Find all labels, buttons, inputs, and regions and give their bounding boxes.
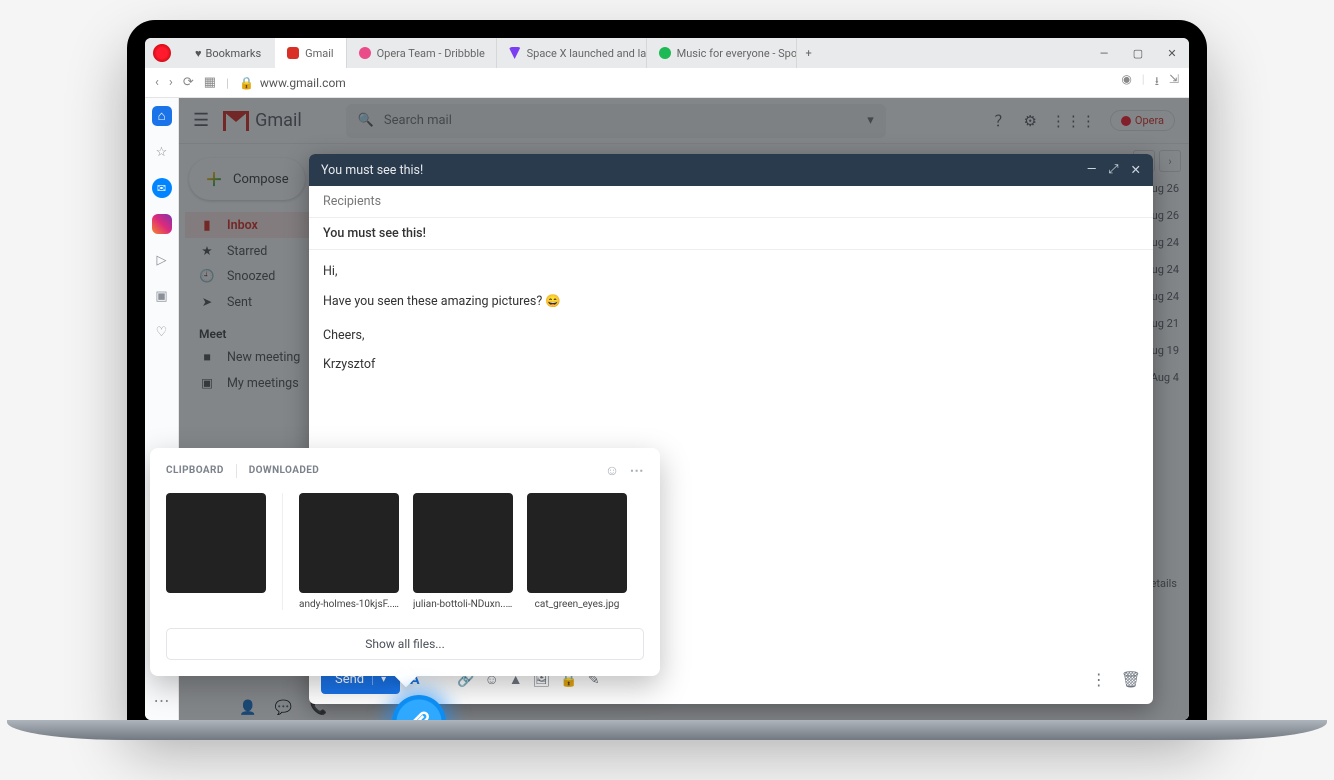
smile-icon[interactable]: ☺ [605, 462, 620, 479]
screen: ♥ Bookmarks Gmail Opera Team - Dribbble … [145, 38, 1189, 720]
tab-label: Music for everyone - Spotif [677, 47, 797, 60]
maximize-button[interactable]: ▢ [1121, 47, 1155, 60]
browser-tab-strip: ♥ Bookmarks Gmail Opera Team - Dribbble … [145, 38, 1189, 68]
tab-label: Space X launched and lande [527, 47, 647, 60]
subject-text: You must see this! [323, 226, 426, 241]
bookmarks-tab[interactable]: ♥ Bookmarks [181, 38, 275, 68]
close-compose-icon[interactable]: ✕ [1131, 162, 1141, 178]
tab-dribbble[interactable]: Opera Team - Dribbble [347, 38, 497, 68]
tab-gmail[interactable]: Gmail [275, 38, 346, 68]
discard-icon[interactable]: 🗑 [1121, 670, 1141, 689]
url-text: www.gmail.com [260, 76, 346, 90]
forward-button[interactable]: › [169, 75, 173, 90]
new-tab-button[interactable]: + [797, 47, 821, 60]
opera-logo-icon[interactable] [153, 44, 171, 62]
file-name: andy-holmes-10kjsF....jpg [299, 599, 399, 610]
minimize-compose-icon[interactable]: — [1087, 162, 1097, 178]
image-thumb [413, 493, 513, 593]
reload-button[interactable]: ⟳ [183, 75, 194, 90]
bookmarks-label: Bookmarks [206, 47, 262, 60]
clipboard-thumb[interactable] [166, 493, 266, 593]
downloaded-heading: DOWNLOADED [249, 465, 319, 476]
tab-spotify[interactable]: Music for everyone - Spotif [647, 38, 797, 68]
messenger-icon[interactable]: ✉ [152, 178, 172, 198]
close-button[interactable]: ✕ [1155, 47, 1189, 60]
recipients-field[interactable]: Recipients [309, 186, 1153, 218]
expand-compose-icon[interactable]: ⤢ [1109, 162, 1119, 178]
body-line: Krzysztof [323, 353, 1139, 377]
more-icon[interactable]: ⋯ [630, 463, 644, 479]
back-button[interactable]: ‹ [155, 75, 159, 90]
download-icon[interactable]: ⭳ [1155, 72, 1159, 93]
show-all-label: Show all files... [365, 637, 445, 651]
instagram-icon[interactable] [152, 214, 172, 234]
gmail-favicon [287, 47, 299, 59]
spotify-favicon [659, 47, 671, 59]
file-name: cat_green_eyes.jpg [535, 599, 620, 610]
content-area: ⌂ ☆ ✉ ▷ ▣ ♡ ⋯ ☰ Gmail 🔍 Search m [145, 98, 1189, 720]
more-options-icon[interactable]: ⋮ [1091, 670, 1107, 689]
tab-label: Gmail [305, 47, 333, 60]
laptop-frame: ♥ Bookmarks Gmail Opera Team - Dribbble … [127, 20, 1207, 720]
body-line: Have you seen these amazing pictures? 😄 [323, 290, 1139, 314]
divider [282, 493, 283, 610]
heart-icon: ♥ [195, 47, 202, 60]
image-thumb [299, 493, 399, 593]
paperclip-icon [406, 709, 432, 720]
subject-field[interactable]: You must see this! [309, 218, 1153, 250]
sidebar-more-icon[interactable]: ⋯ [154, 691, 170, 710]
home-icon[interactable]: ⌂ [152, 106, 172, 126]
snapshot-icon[interactable]: ◉ [1121, 72, 1131, 93]
triangle-favicon [509, 47, 521, 59]
url-field[interactable]: 🔒 www.gmail.com [239, 76, 346, 90]
compose-title: You must see this! [321, 163, 423, 178]
file-thumb[interactable]: andy-holmes-10kjsF....jpg [299, 493, 399, 610]
file-thumb[interactable]: julian-bottoli-NDuxn....jpg [413, 493, 513, 610]
compose-header[interactable]: You must see this! — ⤢ ✕ [309, 154, 1153, 186]
snapshot-sidebar-icon[interactable]: ▣ [152, 286, 172, 306]
clipboard-heading: CLIPBOARD [166, 465, 224, 476]
easy-files-popup: CLIPBOARD DOWNLOADED ☺ ⋯ andy-holmes-10k… [150, 448, 660, 676]
address-bar: ‹ › ⟳ ▦ | 🔒 www.gmail.com ◉ | ⭳ ⇲ [145, 68, 1189, 98]
divider [236, 464, 237, 478]
image-thumb [527, 493, 627, 593]
minimize-button[interactable]: — [1087, 47, 1121, 60]
play-icon[interactable]: ▷ [152, 250, 172, 270]
easy-setup-icon[interactable]: ⇲ [1169, 72, 1179, 93]
body-line: Cheers, [323, 324, 1139, 348]
file-thumb[interactable]: cat_green_eyes.jpg [527, 493, 627, 610]
window-controls: — ▢ ✕ [1087, 47, 1189, 60]
recipients-label: Recipients [323, 194, 381, 209]
heart-sidebar-icon[interactable]: ♡ [152, 322, 172, 342]
tab-label: Opera Team - Dribbble [377, 47, 485, 60]
image-thumb [166, 493, 266, 593]
lock-icon: 🔒 [239, 76, 254, 90]
file-name: julian-bottoli-NDuxn....jpg [413, 599, 513, 610]
body-line: Hi, [323, 260, 1139, 284]
favorites-icon[interactable]: ☆ [152, 142, 172, 162]
tab-spacex[interactable]: Space X launched and lande [497, 38, 647, 68]
speed-dial-button[interactable]: ▦ [204, 75, 216, 90]
dribbble-favicon [359, 47, 371, 59]
show-all-button[interactable]: Show all files... [166, 628, 644, 660]
